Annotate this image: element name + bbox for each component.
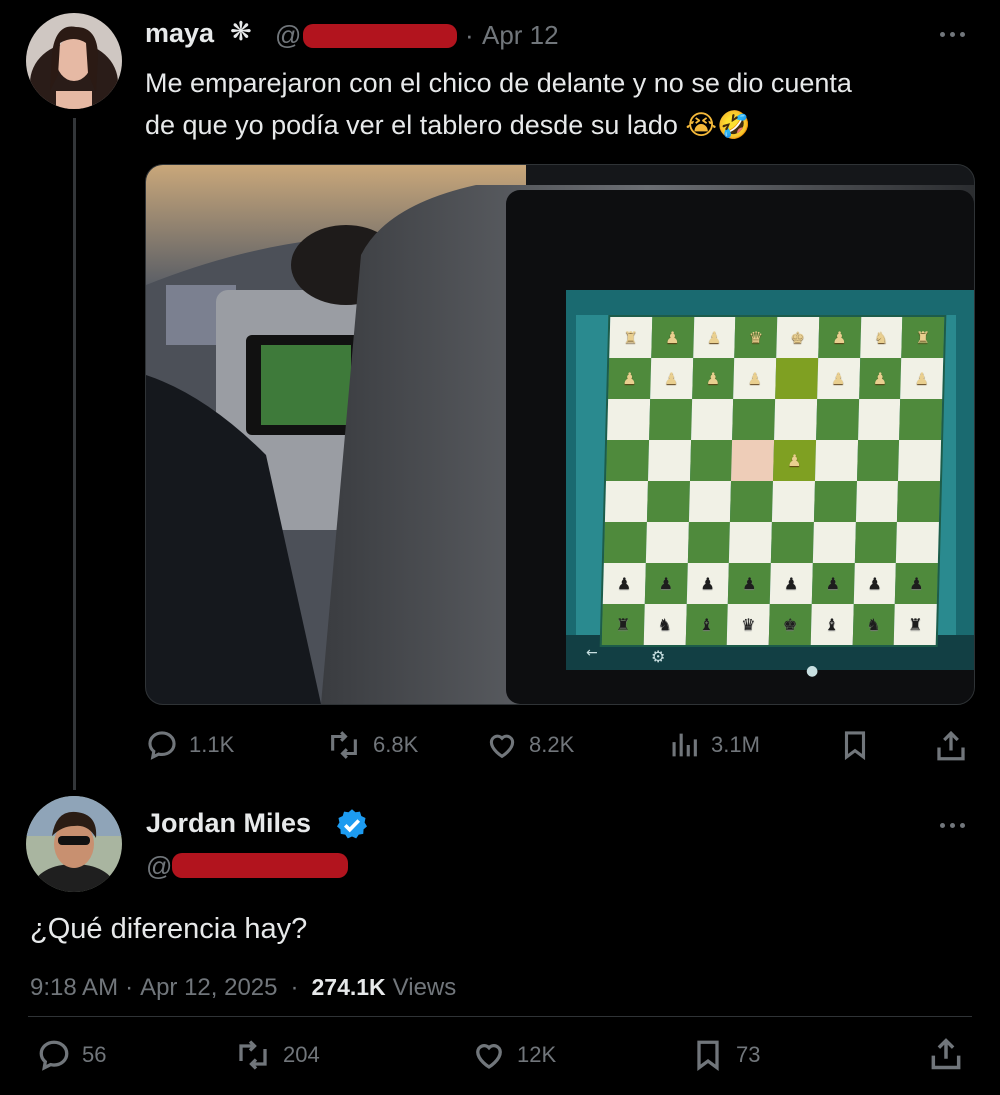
- author-flair: ❋: [230, 17, 252, 47]
- reply-text: ¿Qué diferencia hay?: [30, 913, 308, 945]
- share-button[interactable]: [933, 728, 969, 764]
- reply-meta-sep1: ·: [125, 974, 134, 1001]
- like-count: 8.2K: [529, 732, 575, 757]
- reply-meta: 9:18 AM · Apr 12, 2025 · 274.1K Views: [30, 974, 456, 1002]
- bookmark-icon: [844, 731, 866, 761]
- repost-icon: [331, 731, 357, 759]
- views-count: 3.1M: [711, 732, 760, 757]
- tweet-emojis: 😭🤣: [685, 110, 751, 141]
- tweet-text: Me emparejaron con el chico de delante y…: [145, 62, 965, 147]
- author-handle-prefix[interactable]: @: [275, 20, 301, 51]
- avatar-maya[interactable]: [26, 13, 122, 109]
- reply-views-label: Views: [392, 974, 457, 1001]
- verified-badge-icon: [334, 807, 370, 848]
- handle-redaction: [303, 24, 457, 48]
- reply-handle-prefix[interactable]: @: [146, 851, 172, 882]
- reply-views-count: 274.1K: [311, 974, 386, 1000]
- date-separator: ·: [465, 20, 474, 50]
- tweet-text-line2: de que yo podía ver el tablero desde su …: [145, 110, 678, 140]
- chess-board: ♜ ♟ ♟ ♛ ♚ ♟ ♞ ♜ ♟ ♟ ♟ ♟ ♟ ♟ ♟ ♟ ♟ ♟ ♟ ♟ ♟ ♟ ♟ ♟ ♜ ♞ ♝ ♛ ♚ ♝ ♞ ♜: [599, 315, 947, 647]
- thread-line: [73, 118, 76, 790]
- reply-date[interactable]: Apr 12, 2025: [140, 974, 277, 1002]
- svg-text:←: ←: [586, 645, 598, 661]
- tweet-photo[interactable]: ← ⚙ ● ♜ ♟ ♟ ♛ ♚ ♟ ♞ ♜ ♟ ♟ ♟ ♟ ♟ ♟ ♟ ♟ ♟ ♟ ♟ ♟ ♟ ♟ ♟ ♟ ♜ ♞ ♝ ♛ ♚ ♝…: [145, 164, 975, 705]
- svg-text:●: ●: [806, 663, 818, 679]
- like-icon: [476, 1044, 502, 1069]
- reply-like-button[interactable]: 12K: [471, 1037, 556, 1073]
- reply-handle-redaction: [172, 853, 348, 878]
- share-icon: [937, 730, 965, 761]
- like-icon: [489, 734, 515, 759]
- reply-icon: [148, 731, 176, 760]
- views-icon: [672, 733, 697, 757]
- tweet-date[interactable]: Apr 12: [482, 20, 559, 51]
- avatar-jordan-miles[interactable]: [26, 796, 122, 892]
- svg-text:⚙: ⚙: [651, 647, 665, 666]
- like-button[interactable]: 8.2K: [485, 728, 574, 762]
- views-button[interactable]: 3.1M: [667, 728, 760, 762]
- repost-button[interactable]: 6.8K: [325, 728, 418, 762]
- reply-icon: [39, 1040, 69, 1071]
- reply-repost-count: 204: [283, 1042, 320, 1067]
- bookmark-button[interactable]: [838, 728, 872, 762]
- share-icon: [931, 1038, 961, 1070]
- tweet-text-line1: Me emparejaron con el chico de delante y…: [145, 68, 852, 98]
- divider: [28, 1016, 972, 1017]
- reply-count: 1.1K: [189, 732, 235, 757]
- author-name[interactable]: maya: [145, 18, 214, 49]
- reply-reply-count: 56: [82, 1042, 107, 1067]
- repost-icon: [239, 1040, 267, 1070]
- reply-author-name[interactable]: Jordan Miles: [146, 808, 311, 839]
- reply-more-icon[interactable]: [940, 823, 965, 828]
- repost-count: 6.8K: [373, 732, 419, 757]
- reply-button[interactable]: 1.1K: [145, 728, 234, 762]
- reply-repost-button[interactable]: 204: [233, 1037, 320, 1073]
- reply-meta-sep2: ·: [290, 974, 299, 1001]
- reply-like-count: 12K: [517, 1042, 557, 1067]
- reply-reply-button[interactable]: 56: [36, 1037, 106, 1073]
- bookmark-icon: [697, 1040, 719, 1072]
- reply-share-button[interactable]: [927, 1035, 965, 1073]
- more-icon[interactable]: [940, 32, 965, 37]
- reply-bookmark-count: 73: [736, 1042, 761, 1067]
- reply-time[interactable]: 9:18 AM: [30, 974, 118, 1002]
- reply-bookmark-button[interactable]: 73: [690, 1037, 760, 1073]
